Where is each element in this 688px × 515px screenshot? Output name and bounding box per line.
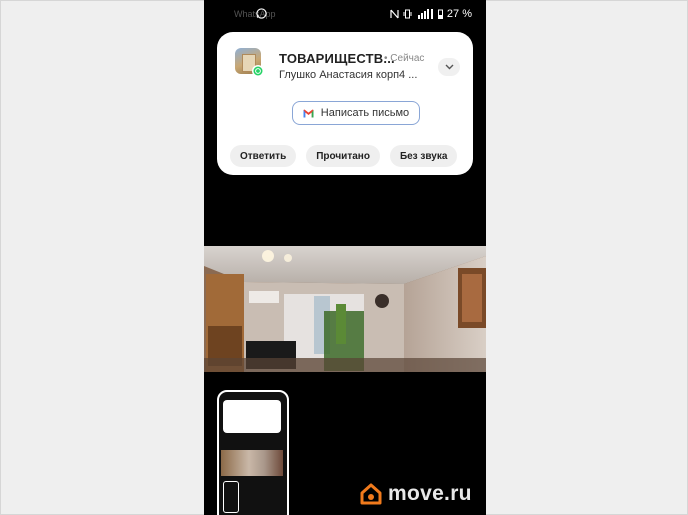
gmail-icon xyxy=(303,109,314,117)
whatsapp-icon xyxy=(256,8,267,19)
whatsapp-badge-icon xyxy=(252,65,264,77)
write-letter-button[interactable]: Написать письмо xyxy=(292,101,420,125)
battery-icon xyxy=(437,9,443,19)
battery-level: 27 % xyxy=(446,8,472,20)
notification-actions: Ответить Прочитано Без звука xyxy=(230,145,458,167)
nfc-icon xyxy=(390,9,399,19)
reply-action-button[interactable]: Ответить xyxy=(230,145,297,167)
notification-title: ТОВАРИЩЕСТВ... xyxy=(279,51,395,66)
vibrate-icon xyxy=(403,9,412,19)
phone-screen: WhatsApp 27 % ТОВАРИЩЕСТВ... • Сейчас Гл… xyxy=(204,0,486,515)
screenshot-preview-thumbnail[interactable] xyxy=(217,390,289,515)
write-letter-label: Написать письмо xyxy=(320,107,410,119)
mute-action-button[interactable]: Без звука xyxy=(389,145,458,167)
mini-thumbnail xyxy=(223,481,239,513)
mini-room-photo xyxy=(221,450,283,476)
status-icons: 27 % xyxy=(390,8,472,20)
notification-time: • Сейчас xyxy=(384,53,425,64)
mark-read-action-button[interactable]: Прочитано xyxy=(306,145,380,167)
status-bar: WhatsApp 27 % xyxy=(204,0,486,30)
watermark: move.ru xyxy=(360,482,472,506)
status-app-name: WhatsApp xyxy=(234,9,276,19)
watermark-text: move.ru xyxy=(388,482,472,505)
expand-button[interactable] xyxy=(438,58,460,76)
mini-notification-card xyxy=(223,400,281,433)
signal-icon xyxy=(417,9,433,19)
notification-card[interactable]: ТОВАРИЩЕСТВ... • Сейчас Глушко Анастасия… xyxy=(217,32,473,175)
chevron-down-icon xyxy=(445,64,453,70)
room-photo xyxy=(204,246,486,372)
home-logo-icon xyxy=(360,483,382,505)
notification-subtitle: Глушко Анастасия корп4 ... xyxy=(279,69,418,81)
